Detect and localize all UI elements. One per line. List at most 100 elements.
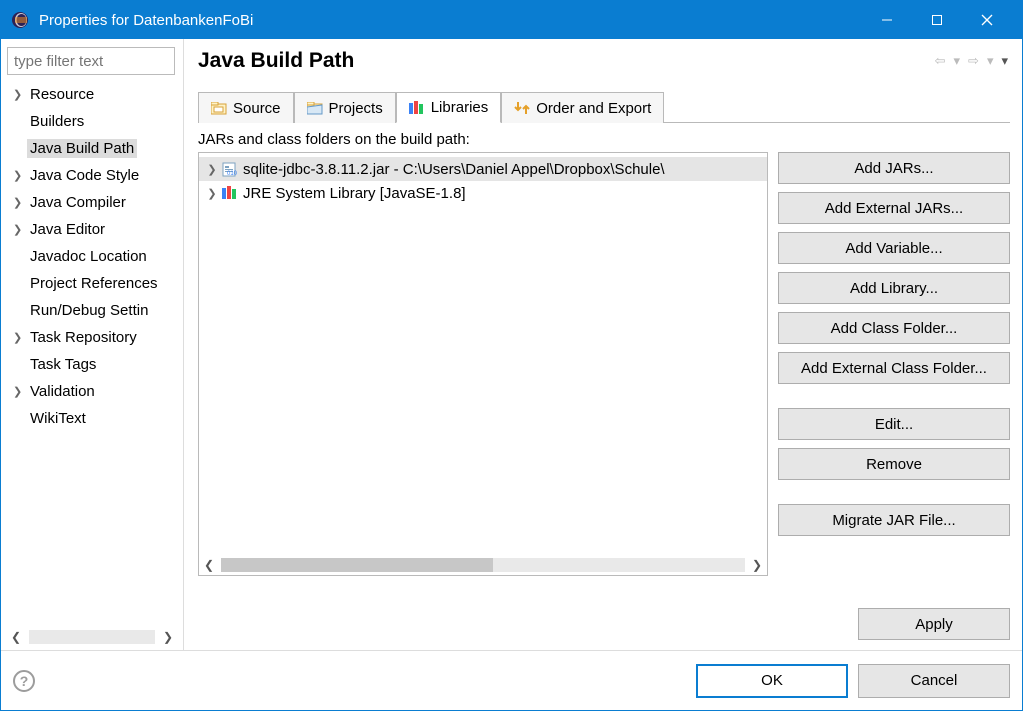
add-library-button[interactable]: Add Library... [778,272,1010,304]
button-label: Add Class Folder... [831,320,958,337]
window-controls [862,1,1012,39]
sidebar-item-label: Java Compiler [27,193,129,212]
library-tree[interactable]: ❯ 010 sqlite-jdbc-3.8.11.2.jar - C:\User… [198,152,768,576]
page-title: Java Build Path [198,49,933,73]
filter-input[interactable] [7,47,175,75]
footer-buttons: OK Cancel [696,664,1010,698]
forward-menu-icon[interactable]: ▾ [985,53,996,69]
tab-source[interactable]: Source [198,92,294,123]
sidebar-item-java-compiler[interactable]: ❯Java Compiler [7,189,177,216]
maximize-button[interactable] [912,1,962,39]
sidebar-item-label: Validation [27,382,98,401]
button-label: Add External JARs... [825,200,963,217]
add-external-class-folder-button[interactable]: Add External Class Folder... [778,352,1010,384]
sidebar-item-wikitext[interactable]: WikiText [7,405,177,432]
button-label: Add JARs... [854,160,933,177]
button-label: Add External Class Folder... [801,360,987,377]
scroll-track[interactable] [221,558,745,572]
nav-icons: ⇦ ▾ ⇨ ▾ ▾ [933,53,1010,69]
sidebar-item-builders[interactable]: Builders [7,108,177,135]
titlebar[interactable]: Properties for DatenbankenFoBi [1,1,1022,39]
sidebar-item-java-code-style[interactable]: ❯Java Code Style [7,162,177,189]
view-menu-icon[interactable]: ▾ [999,53,1010,69]
add-variable-button[interactable]: Add Variable... [778,232,1010,264]
sidebar-item-run-debug[interactable]: Run/Debug Settin [7,297,177,324]
expand-icon[interactable]: ❯ [203,187,221,200]
sidebar-item-label: Resource [27,85,97,104]
sidebar-item-project-references[interactable]: Project References [7,270,177,297]
scroll-thumb[interactable] [221,558,493,572]
library-label: JRE System Library [JavaSE-1.8] [243,185,466,202]
cancel-button[interactable]: Cancel [858,664,1010,698]
ok-button[interactable]: OK [696,664,848,698]
button-label: Remove [866,456,922,473]
jar-icon: 010 [221,161,239,177]
scroll-left-icon[interactable]: ❮ [201,558,217,572]
button-label: Add Variable... [845,240,942,257]
eclipse-icon [11,11,29,29]
sidebar-item-javadoc-location[interactable]: Javadoc Location [7,243,177,270]
button-label: Apply [915,616,953,633]
close-button[interactable] [962,1,1012,39]
add-class-folder-button[interactable]: Add Class Folder... [778,312,1010,344]
scroll-left-icon[interactable]: ❮ [7,630,25,644]
svg-text:010: 010 [227,171,238,177]
sidebar-item-label: Java Editor [27,220,108,239]
sidebar-scrollbar[interactable]: ❮ ❯ [7,628,177,646]
sidebar-item-label: Project References [27,274,161,293]
source-icon [211,101,227,115]
sidebar-item-resource[interactable]: ❯Resource [7,81,177,108]
sidebar-item-validation[interactable]: ❯Validation [7,378,177,405]
sidebar-item-label: Javadoc Location [27,247,150,266]
library-icon [221,185,239,201]
sidebar-item-task-repository[interactable]: ❯Task Repository [7,324,177,351]
scroll-right-icon[interactable]: ❯ [159,630,177,644]
apply-row: Apply [198,576,1010,640]
tab-label: Order and Export [536,100,651,117]
sidebar-item-label: Java Build Path [27,139,137,158]
expand-icon[interactable]: ❯ [203,163,221,176]
apply-button[interactable]: Apply [858,608,1010,640]
window: Properties for DatenbankenFoBi ❯Resource… [0,0,1023,711]
order-export-icon [514,101,530,115]
button-label: Cancel [911,672,958,689]
minimize-button[interactable] [862,1,912,39]
add-jars-button[interactable]: Add JARs... [778,152,1010,184]
add-external-jars-button[interactable]: Add External JARs... [778,192,1010,224]
back-icon[interactable]: ⇦ [933,53,948,69]
library-row[interactable]: ❯ 010 sqlite-jdbc-3.8.11.2.jar - C:\User… [199,157,767,181]
window-title: Properties for DatenbankenFoBi [39,12,862,29]
scroll-track[interactable] [29,630,155,644]
tab-label: Libraries [431,99,489,116]
remove-button[interactable]: Remove [778,448,1010,480]
button-column: Add JARs... Add External JARs... Add Var… [778,152,1010,576]
sidebar-item-label: Run/Debug Settin [27,301,151,320]
tab-order-export[interactable]: Order and Export [501,92,664,123]
back-menu-icon[interactable]: ▾ [952,53,963,69]
library-row[interactable]: ❯ JRE System Library [JavaSE-1.8] [199,181,767,205]
button-label: Edit... [875,416,913,433]
migrate-button[interactable]: Migrate JAR File... [778,504,1010,536]
tab-label: Projects [329,100,383,117]
footer: ? OK Cancel [1,650,1022,710]
button-label: Migrate JAR File... [832,512,955,529]
sidebar: ❯Resource Builders Java Build Path ❯Java… [1,39,183,650]
build-body: ❯ 010 sqlite-jdbc-3.8.11.2.jar - C:\User… [198,152,1010,576]
sidebar-item-java-build-path[interactable]: Java Build Path [7,135,177,162]
button-label: OK [761,672,783,689]
right-pane: Java Build Path ⇦ ▾ ⇨ ▾ ▾ Source [184,39,1022,650]
tab-projects[interactable]: Projects [294,92,396,123]
sidebar-item-label: Task Tags [27,355,99,374]
sidebar-item-task-tags[interactable]: Task Tags [7,351,177,378]
tab-libraries[interactable]: Libraries [396,92,502,123]
edit-button[interactable]: Edit... [778,408,1010,440]
help-button[interactable]: ? [13,670,35,692]
tabs: Source Projects Libraries Order and Expo… [198,91,1010,123]
button-label: Add Library... [850,280,938,297]
main-area: ❯Resource Builders Java Build Path ❯Java… [1,39,1022,650]
library-scrollbar[interactable]: ❮ ❯ [199,557,767,575]
forward-icon[interactable]: ⇨ [966,53,981,69]
sidebar-item-java-editor[interactable]: ❯Java Editor [7,216,177,243]
sidebar-tree[interactable]: ❯Resource Builders Java Build Path ❯Java… [7,81,177,624]
scroll-right-icon[interactable]: ❯ [749,558,765,572]
